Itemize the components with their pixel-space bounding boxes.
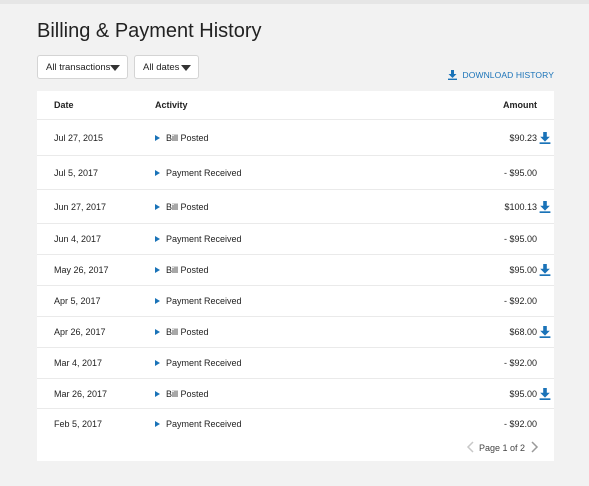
triangle-right-icon xyxy=(155,421,160,427)
dates-filter-dropdown[interactable]: All dates xyxy=(134,55,199,79)
download-icon[interactable] xyxy=(539,387,551,400)
row-activity[interactable]: Payment Received xyxy=(155,296,242,306)
table-row[interactable]: Jul 27, 2015 Bill Posted $90.23 xyxy=(37,120,554,156)
chevron-right-icon[interactable] xyxy=(529,441,539,453)
row-amount: $95.00 xyxy=(509,265,537,275)
row-activity-label: Payment Received xyxy=(166,358,242,368)
download-icon[interactable] xyxy=(539,131,551,144)
table-header: Date Activity Amount xyxy=(37,91,554,120)
table-row[interactable]: Jul 5, 2017 Payment Received - $95.00 xyxy=(37,156,554,190)
table-row[interactable]: Mar 26, 2017 Bill Posted $95.00 xyxy=(37,379,554,409)
table-body: Jul 27, 2015 Bill Posted $90.23 Jul 5, 2017… xyxy=(37,120,554,440)
billing-history-table: Date Activity Amount Jul 27, 2015 Bill Po… xyxy=(37,91,554,440)
header-amount: Amount xyxy=(503,100,537,110)
row-activity[interactable]: Bill Posted xyxy=(155,389,209,399)
download-icon[interactable] xyxy=(539,326,551,338)
download-icon xyxy=(447,70,457,80)
transactions-filter-dropdown[interactable]: All transactions xyxy=(37,55,128,79)
row-activity[interactable]: Bill Posted xyxy=(155,202,209,212)
row-activity-label: Bill Posted xyxy=(166,201,209,212)
download-history-label: DOWNLOAD HISTORY xyxy=(462,70,554,80)
row-activity[interactable]: Payment Received xyxy=(155,419,242,429)
table-row[interactable]: Apr 26, 2017 Bill Posted $68.00 xyxy=(37,317,554,348)
download-icon[interactable] xyxy=(539,200,551,213)
page-title: Billing & Payment History xyxy=(37,20,262,42)
row-activity[interactable]: Payment Received xyxy=(155,358,242,368)
caret-down-icon xyxy=(110,65,120,71)
download-icon[interactable] xyxy=(539,264,551,276)
row-activity-label: Payment Received xyxy=(166,234,242,244)
row-amount: $95.00 xyxy=(509,388,537,399)
dates-filter-label: All dates xyxy=(143,61,180,73)
download-history-link[interactable]: DOWNLOAD HISTORY xyxy=(447,70,555,80)
table-row[interactable]: Jun 27, 2017 Bill Posted $100.13 xyxy=(37,190,554,224)
pagination: Page 1 of 2 xyxy=(37,434,554,461)
header-activity: Activity xyxy=(155,100,188,110)
header-date: Date xyxy=(54,100,74,110)
top-divider xyxy=(0,0,589,4)
row-amount: - $92.00 xyxy=(503,419,537,429)
row-date: Mar 26, 2017 xyxy=(54,388,108,399)
triangle-right-icon xyxy=(155,236,160,242)
row-date: Jul 27, 2015 xyxy=(54,132,104,143)
table-row[interactable]: Jun 4, 2017 Payment Received - $95.00 xyxy=(37,224,554,255)
row-amount: - $92.00 xyxy=(503,358,537,368)
row-date: Feb 5, 2017 xyxy=(54,419,103,429)
row-amount: $100.13 xyxy=(504,201,537,212)
triangle-right-icon xyxy=(155,390,160,397)
table-row[interactable]: Mar 4, 2017 Payment Received - $92.00 xyxy=(37,348,554,379)
row-activity-label: Bill Posted xyxy=(166,132,209,143)
caret-down-icon xyxy=(181,65,191,71)
row-activity[interactable]: Bill Posted xyxy=(155,133,209,143)
row-amount: - $95.00 xyxy=(503,234,537,244)
row-date: Jun 27, 2017 xyxy=(54,201,107,212)
row-date: May 26, 2017 xyxy=(54,265,109,275)
triangle-right-icon xyxy=(155,134,160,141)
row-amount: $90.23 xyxy=(509,132,537,143)
row-date: Jul 5, 2017 xyxy=(54,167,99,178)
row-date: Apr 5, 2017 xyxy=(54,296,101,306)
triangle-right-icon xyxy=(155,203,160,210)
row-activity-label: Bill Posted xyxy=(166,388,209,399)
row-date: Mar 4, 2017 xyxy=(54,358,103,368)
row-activity-label: Payment Received xyxy=(166,296,242,306)
row-activity-label: Bill Posted xyxy=(166,327,209,337)
table-row[interactable]: May 26, 2017 Bill Posted $95.00 xyxy=(37,255,554,286)
row-activity[interactable]: Payment Received xyxy=(155,168,242,178)
chevron-left-icon[interactable] xyxy=(466,441,476,453)
triangle-right-icon xyxy=(155,169,160,176)
row-activity-label: Bill Posted xyxy=(166,265,209,275)
row-amount: - $95.00 xyxy=(503,167,537,178)
page-indicator: Page 1 of 2 xyxy=(479,443,526,453)
row-date: Jun 4, 2017 xyxy=(54,234,102,244)
row-date: Apr 26, 2017 xyxy=(54,327,106,337)
row-amount: $68.00 xyxy=(509,327,537,337)
table-row[interactable]: Apr 5, 2017 Payment Received - $92.00 xyxy=(37,286,554,317)
row-activity-label: Payment Received xyxy=(166,167,242,178)
row-activity-label: Payment Received xyxy=(166,419,242,429)
triangle-right-icon xyxy=(155,329,160,335)
triangle-right-icon xyxy=(155,267,160,273)
transactions-filter-label: All transactions xyxy=(46,61,111,73)
row-activity[interactable]: Bill Posted xyxy=(155,265,209,275)
triangle-right-icon xyxy=(155,298,160,304)
row-activity[interactable]: Payment Received xyxy=(155,234,242,244)
row-amount: - $92.00 xyxy=(503,296,537,306)
triangle-right-icon xyxy=(155,360,160,366)
row-activity[interactable]: Bill Posted xyxy=(155,327,209,337)
